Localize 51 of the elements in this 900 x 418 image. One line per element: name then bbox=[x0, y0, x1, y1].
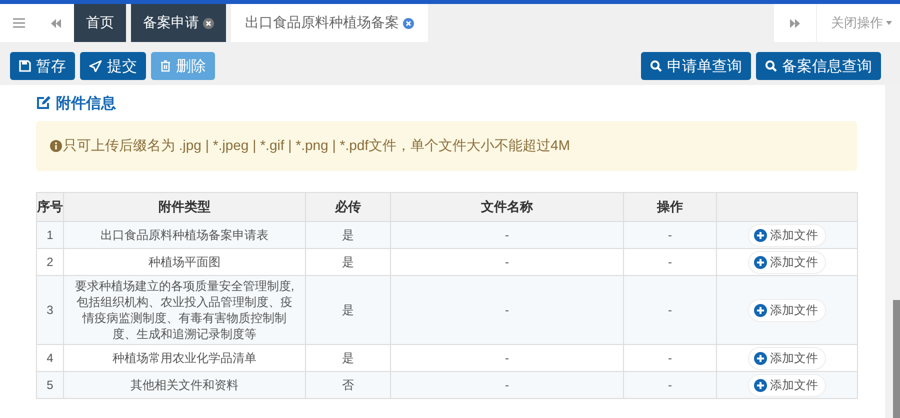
info-icon bbox=[50, 140, 62, 152]
plus-icon bbox=[754, 228, 767, 242]
table-cell: - bbox=[624, 372, 716, 398]
table-cell: - bbox=[624, 222, 716, 248]
table-cell: 1 bbox=[36, 222, 64, 248]
add-file-button[interactable]: 添加文件 bbox=[748, 224, 826, 246]
close-icon[interactable] bbox=[203, 18, 214, 28]
save-icon bbox=[19, 60, 31, 72]
toolbar-button[interactable]: 申请单查询 bbox=[641, 52, 751, 80]
table-cell: - bbox=[390, 372, 624, 398]
add-file-button[interactable]: 添加文件 bbox=[748, 346, 826, 370]
toolbar-button[interactable]: 提交 bbox=[80, 52, 146, 80]
table-cell: - bbox=[390, 276, 624, 344]
double-right-chevron-icon[interactable] bbox=[790, 18, 800, 28]
plus-icon bbox=[754, 378, 767, 392]
table-cell: 出口食品原料种植场备案申请表 bbox=[64, 222, 306, 248]
tab[interactable]: 出口食品原料种植场备案 bbox=[231, 4, 428, 42]
add-file-button[interactable]: 添加文件 bbox=[748, 298, 826, 322]
add-file-button[interactable]: 添加文件 bbox=[748, 250, 826, 274]
edit-icon bbox=[36, 96, 51, 110]
tab[interactable]: 首页 bbox=[74, 4, 126, 42]
table-cell: 3 bbox=[36, 276, 64, 344]
notice-text: 只可上传后缀名为 .jpg | *.jpeg | *.gif | *.png | *.pdf文件，单个文件大小不能超过4M bbox=[63, 137, 570, 155]
paper-plane-icon bbox=[89, 60, 102, 72]
table-cell: 否 bbox=[306, 372, 390, 398]
toolbar-button[interactable]: 备案信息查询 bbox=[756, 52, 881, 80]
plus-icon bbox=[754, 352, 767, 364]
section-title: 附件信息 bbox=[56, 94, 116, 112]
column-header: 操作 bbox=[624, 192, 716, 222]
menu-icon[interactable] bbox=[13, 18, 25, 28]
add-file-button[interactable]: 添加文件 bbox=[748, 374, 826, 396]
plus-icon bbox=[754, 256, 767, 268]
column-header: 必传 bbox=[306, 192, 390, 222]
toolbar-button[interactable]: 暂存 bbox=[10, 52, 75, 80]
trash-icon bbox=[160, 60, 171, 72]
column-header: 文件名称 bbox=[390, 192, 624, 222]
table-cell: - bbox=[624, 276, 716, 344]
table-cell: 要求种植场建立的各项质量安全管理制度,包括组织机构、农业投入品管理制度、疫情疫病监测制度、有毒有害物质控制制度、生成和追溯记录制度等 bbox=[64, 276, 306, 344]
column-header: 序号 bbox=[36, 192, 64, 222]
tab[interactable]: 备案申请 bbox=[131, 4, 226, 42]
caret-icon bbox=[886, 21, 892, 25]
double-left-chevron-icon[interactable] bbox=[51, 18, 61, 28]
table-cell: 其他相关文件和资料 bbox=[64, 372, 306, 398]
table-cell: 是 bbox=[306, 222, 390, 248]
plus-icon bbox=[754, 304, 767, 316]
table-cell: 5 bbox=[36, 372, 64, 398]
search-icon bbox=[650, 60, 662, 72]
table-cell: 是 bbox=[306, 276, 390, 344]
table-cell: - bbox=[390, 222, 624, 248]
column-header: 附件类型 bbox=[64, 192, 306, 222]
search-icon bbox=[765, 60, 777, 72]
